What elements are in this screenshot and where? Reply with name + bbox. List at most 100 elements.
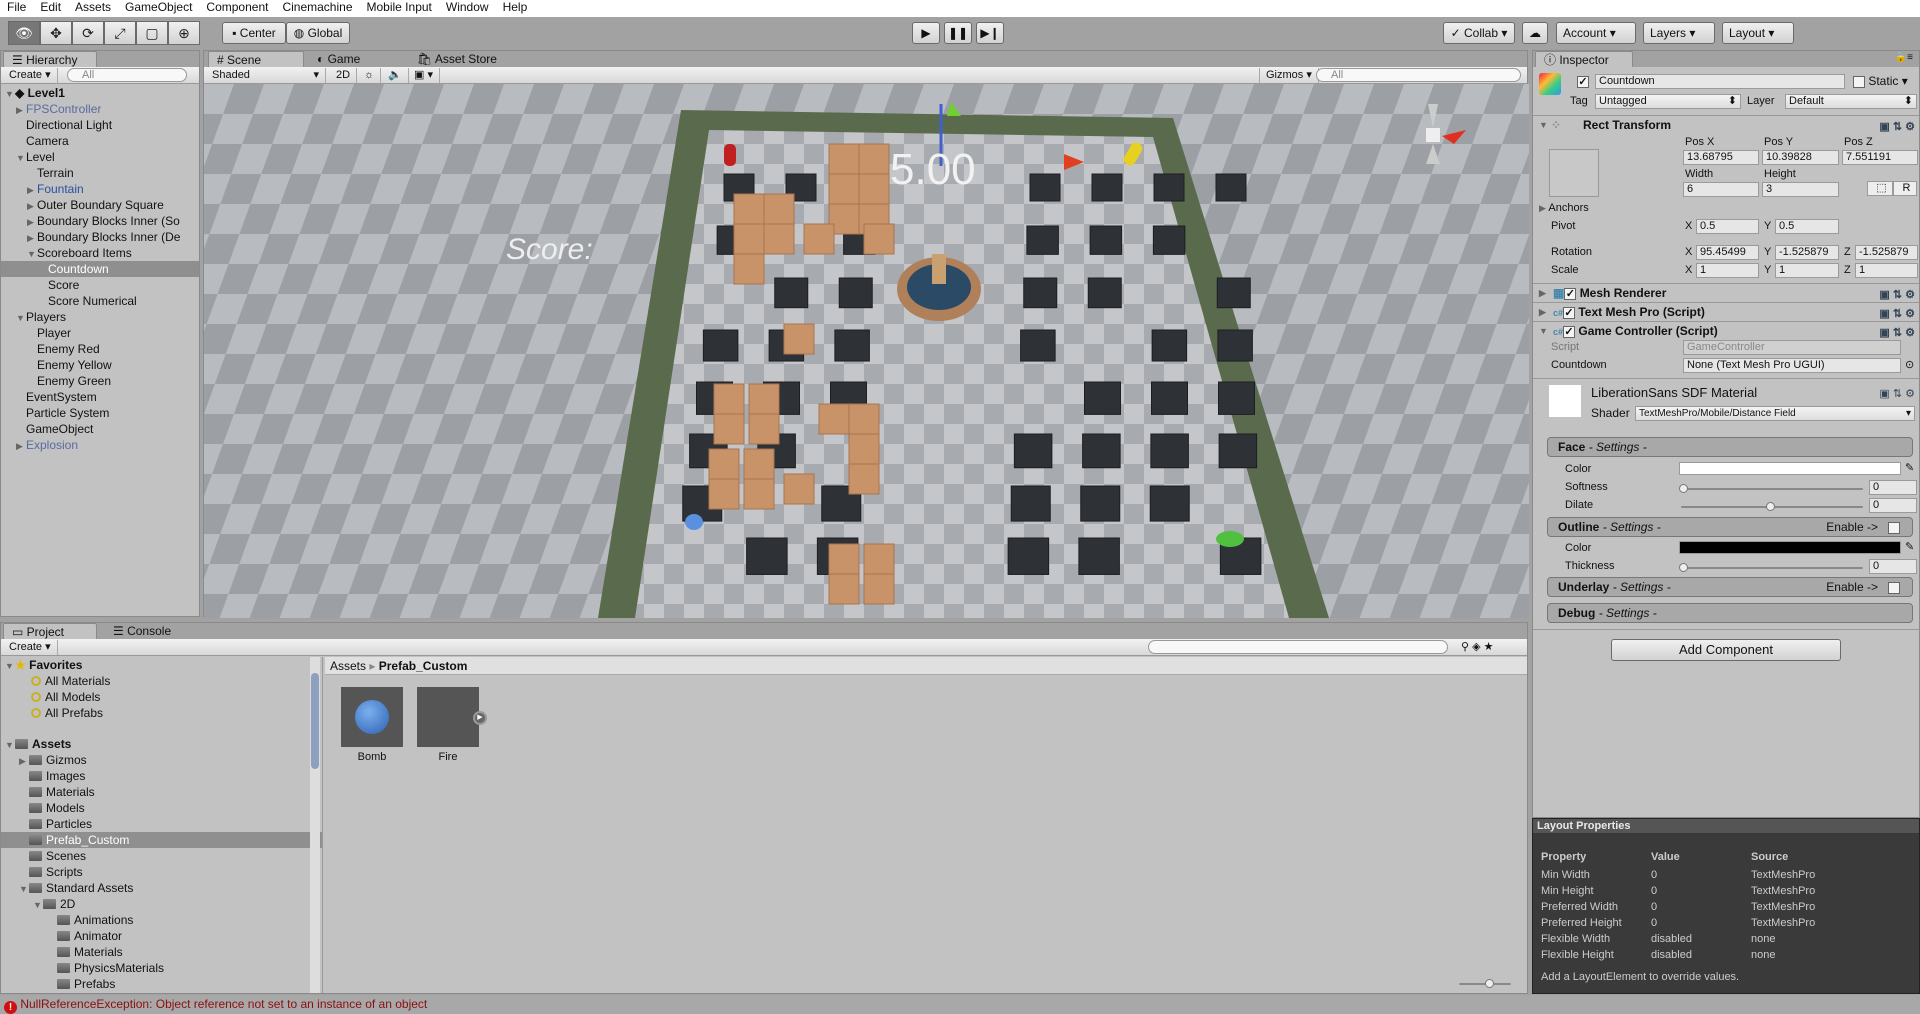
rotate-tool-button[interactable]: ⟳ xyxy=(72,21,104,45)
hierarchy-item[interactable]: Enemy Red xyxy=(1,341,199,357)
assets-root[interactable]: ▼ Assets xyxy=(1,736,322,752)
gizmos-dropdown[interactable]: Gizmos ▾ xyxy=(1259,68,1319,83)
debug-settings-header[interactable]: Debug - Settings - xyxy=(1547,603,1913,623)
hierarchy-item[interactable]: Enemy Green xyxy=(1,373,199,389)
pos-z-field[interactable]: 7.551191 xyxy=(1842,150,1918,165)
height-field[interactable]: 3 xyxy=(1762,182,1839,197)
slider-knob[interactable] xyxy=(1679,484,1688,493)
effects-dropdown[interactable]: ▣ ▾ xyxy=(408,68,440,83)
foldout-arrow-icon[interactable]: ▼ xyxy=(33,897,43,912)
eyedropper-icon[interactable]: ✎ xyxy=(1905,461,1914,475)
folder-item[interactable]: Particles xyxy=(1,816,322,832)
pivot-x-field[interactable]: 0.5 xyxy=(1696,219,1759,234)
hierarchy-search-input[interactable]: All xyxy=(67,68,187,82)
rotation-z-field[interactable]: -1.525879 xyxy=(1855,245,1918,260)
component-icons[interactable]: ▣ ⇅ ⚙ xyxy=(1879,118,1915,136)
foldout-arrow-icon[interactable]: ▶ xyxy=(16,438,26,453)
favorite-item[interactable]: All Prefabs xyxy=(1,705,322,721)
eyedropper-icon[interactable]: ✎ xyxy=(1905,540,1914,554)
menu-assets[interactable]: Assets xyxy=(68,0,118,17)
foldout-arrow-icon[interactable]: ▼ xyxy=(16,150,26,165)
folder-item[interactable]: Scripts xyxy=(1,864,322,880)
2d-toggle[interactable]: 2D xyxy=(330,68,358,83)
pos-y-field[interactable]: 10.39828 xyxy=(1762,150,1839,165)
hierarchy-item[interactable]: Terrain xyxy=(1,165,199,181)
hierarchy-item[interactable]: ▼Players xyxy=(1,309,199,325)
face-color-field[interactable] xyxy=(1679,462,1901,475)
thickness-slider[interactable] xyxy=(1679,563,1863,572)
project-create-button[interactable]: Create ▾ xyxy=(3,640,58,655)
hierarchy-item[interactable]: Player xyxy=(1,325,199,341)
thickness-field[interactable]: 0 xyxy=(1869,559,1917,574)
foldout-arrow-icon[interactable]: ▼ xyxy=(19,881,29,896)
slider-knob[interactable] xyxy=(1485,979,1494,988)
account-dropdown[interactable]: Account ▾ xyxy=(1556,22,1636,44)
scene-viewport[interactable]: Score: 5.00 xyxy=(204,84,1529,618)
add-component-button[interactable]: Add Component xyxy=(1611,639,1841,661)
filter-icons[interactable]: ⚲ ◈ ★ xyxy=(1461,640,1494,653)
favorites-root[interactable]: ▼★ Favorites xyxy=(1,657,322,673)
expand-prefab-icon[interactable]: ▶ xyxy=(473,711,487,725)
hierarchy-item[interactable]: Countdown xyxy=(1,261,199,277)
folder-item[interactable]: Prefabs xyxy=(1,976,322,992)
lock-icon[interactable]: 🔒≡ xyxy=(1895,52,1913,63)
underlay-settings-header[interactable]: Underlay - Settings - Enable -> xyxy=(1547,577,1913,597)
active-checkbox[interactable]: ✓ xyxy=(1577,74,1589,88)
menu-gameobject[interactable]: GameObject xyxy=(118,0,199,17)
folder-item[interactable]: Materials xyxy=(1,944,322,960)
underlay-enable[interactable]: Enable -> xyxy=(1826,578,1900,596)
menu-file[interactable]: File xyxy=(0,0,33,17)
pause-button[interactable]: ❚❚ xyxy=(944,22,972,44)
scene-root[interactable]: ▼◆ Level1 xyxy=(1,85,199,101)
menu-cinemachine[interactable]: Cinemachine xyxy=(275,0,359,17)
tab-inspector[interactable]: ⓘ Inspector xyxy=(1535,51,1633,67)
folder-item[interactable]: Animator xyxy=(1,928,322,944)
tab-asset-store[interactable]: 🛍 Asset Store xyxy=(409,51,505,67)
hierarchy-item[interactable]: Enemy Yellow xyxy=(1,357,199,373)
project-search-input[interactable] xyxy=(1148,640,1448,654)
game-controller-header[interactable]: ▼ c#✓ Game Controller (Script) ▣ ⇅ ⚙ xyxy=(1533,321,1919,340)
shading-dropdown[interactable]: Shaded ▾ xyxy=(206,68,326,83)
icon-size-slider[interactable] xyxy=(1459,979,1511,988)
object-name-input[interactable]: Countdown xyxy=(1595,74,1845,89)
layers-dropdown[interactable]: Layers ▾ xyxy=(1643,22,1715,44)
folder-item[interactable]: ▼ Standard Assets xyxy=(1,880,322,896)
shader-dropdown[interactable]: TextMeshPro/Mobile/Distance Field ▾ xyxy=(1635,406,1915,421)
scale-x-field[interactable]: 1 xyxy=(1696,263,1759,278)
anchor-preset-button[interactable] xyxy=(1549,149,1599,197)
foldout-arrow-icon[interactable]: ▼ xyxy=(27,246,37,261)
slider-knob[interactable] xyxy=(1766,502,1775,511)
folder-item[interactable]: Materials xyxy=(1,784,322,800)
folder-item[interactable]: ▼ 2D xyxy=(1,896,322,912)
hierarchy-item[interactable]: Particle System xyxy=(1,405,199,421)
outline-enable[interactable]: Enable -> xyxy=(1826,518,1900,536)
menu-window[interactable]: Window xyxy=(439,0,496,17)
hierarchy-item[interactable]: ▶ Boundary Blocks Inner (De xyxy=(1,229,199,245)
step-button[interactable]: ▶❙ xyxy=(976,22,1004,44)
material-icons[interactable]: ▣ ⇅ ⚙ xyxy=(1879,387,1915,400)
tab-game[interactable]: ◐ Game xyxy=(309,51,368,67)
project-tree-scrollbar[interactable] xyxy=(310,657,320,993)
foldout-arrow-icon[interactable]: ▶ xyxy=(27,198,37,213)
tab-hierarchy[interactable]: ☰ Hierarchy xyxy=(3,51,97,67)
play-button[interactable]: ▶ xyxy=(912,22,940,44)
static-toggle[interactable]: Static ▾ xyxy=(1853,74,1908,88)
scale-y-field[interactable]: 1 xyxy=(1775,263,1839,278)
outline-color-field[interactable] xyxy=(1679,541,1901,554)
hierarchy-item[interactable]: ▼Scoreboard Items xyxy=(1,245,199,261)
anchors-foldout[interactable]: ▶ Anchors xyxy=(1539,201,1589,215)
object-picker-icon[interactable]: ⊙ xyxy=(1905,358,1914,372)
folder-item[interactable]: Scenes xyxy=(1,848,322,864)
hierarchy-item[interactable]: Score xyxy=(1,277,199,293)
foldout-arrow-icon[interactable]: ▶ xyxy=(27,182,37,197)
hierarchy-item[interactable]: ▶ Fountain xyxy=(1,181,199,197)
rect-tool-button[interactable]: ▢ xyxy=(136,21,168,45)
tab-project[interactable]: ▭ Project xyxy=(3,623,97,639)
outline-settings-header[interactable]: Outline - Settings - Enable -> xyxy=(1547,517,1913,537)
width-field[interactable]: 6 xyxy=(1683,182,1759,197)
foldout-arrow-icon[interactable]: ▶ xyxy=(27,214,37,229)
rotation-x-field[interactable]: 95.45499 xyxy=(1696,245,1759,260)
hierarchy-item[interactable]: Score Numerical xyxy=(1,293,199,309)
dilate-slider[interactable] xyxy=(1681,502,1863,511)
scrollbar-thumb[interactable] xyxy=(311,673,319,769)
